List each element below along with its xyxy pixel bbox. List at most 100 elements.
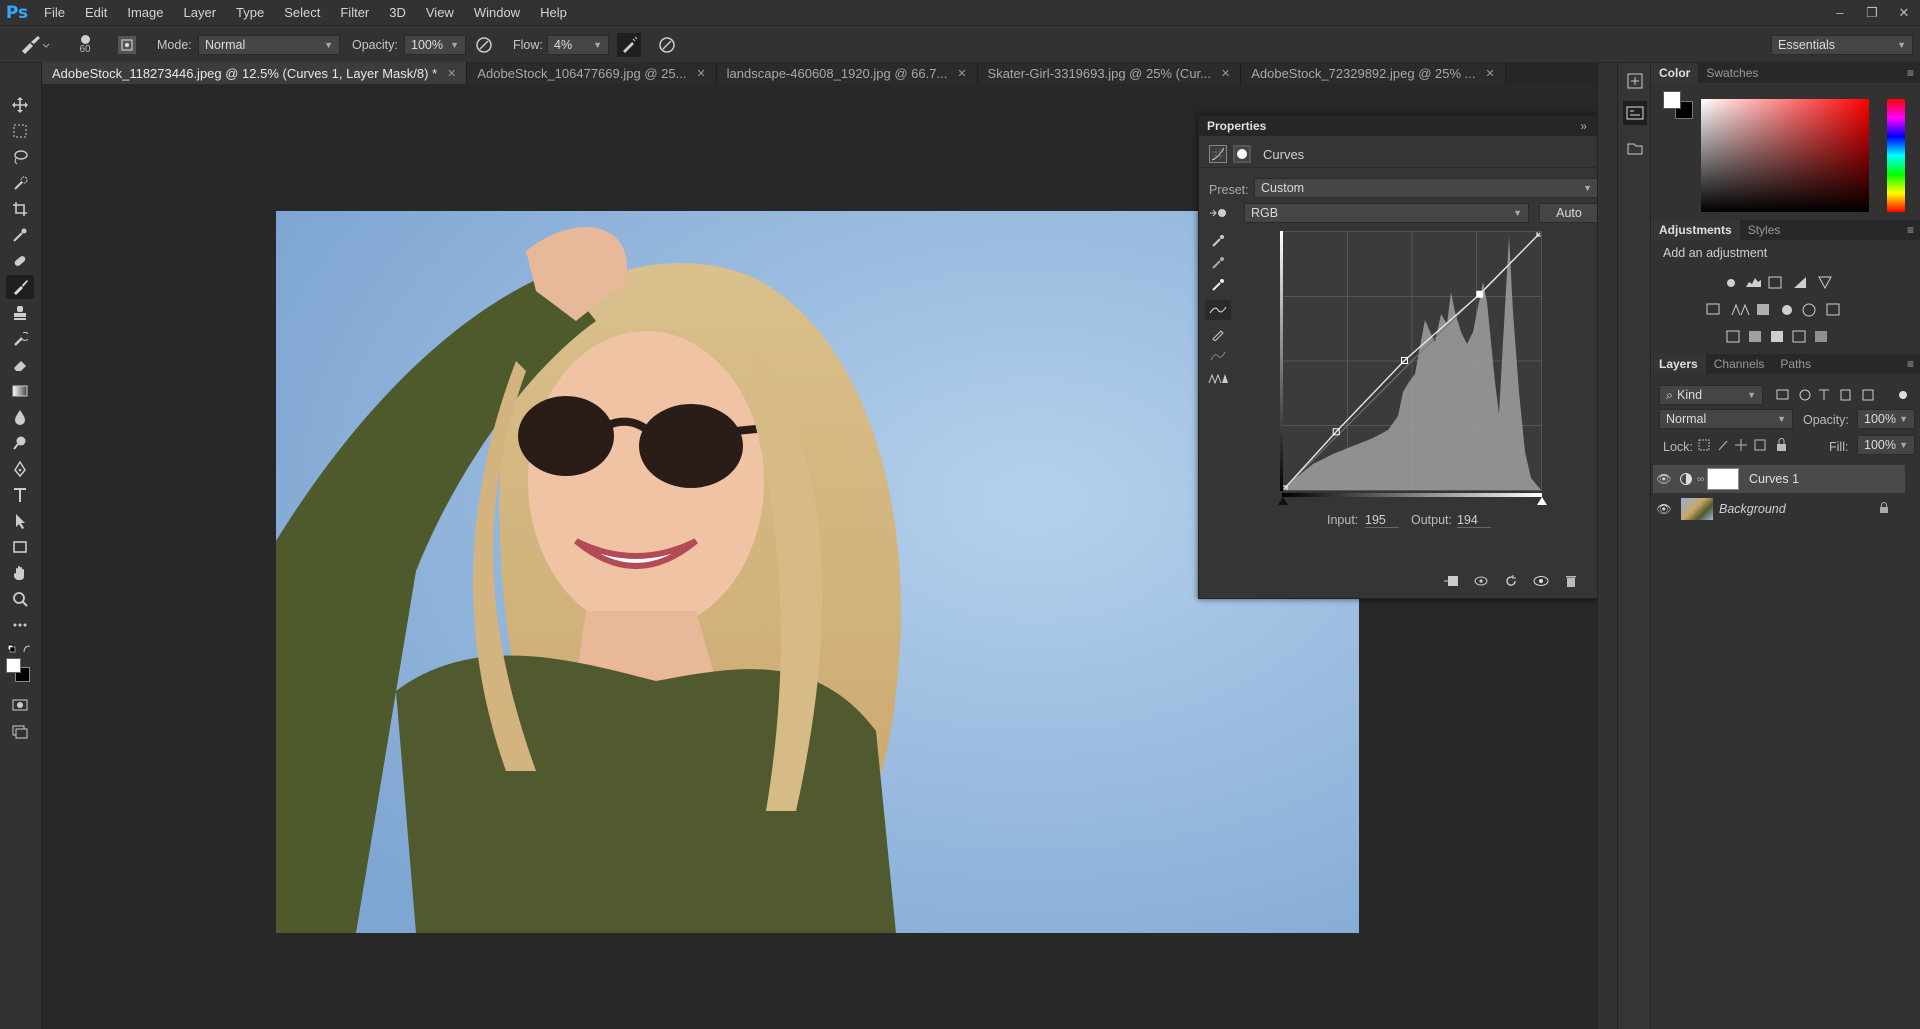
- layer-row-background[interactable]: 👁 Background: [1653, 495, 1905, 523]
- menu-3d[interactable]: 3D: [379, 5, 416, 20]
- blur-icon[interactable]: [6, 405, 34, 429]
- on-image-adjust-icon[interactable]: [1207, 202, 1229, 224]
- layer-filter-select[interactable]: ⌕ Kind ▼: [1659, 385, 1763, 405]
- draw-curve-pencil-icon[interactable]: [1207, 324, 1229, 344]
- path-select-icon[interactable]: [6, 509, 34, 533]
- tab-document-1[interactable]: AdobeStock_118273446.jpeg @ 12.5% (Curve…: [42, 62, 468, 84]
- output-value[interactable]: 194: [1457, 513, 1491, 528]
- curve-edit-points-icon[interactable]: [1205, 300, 1231, 320]
- delete-icon[interactable]: [1560, 572, 1582, 590]
- eye-icon[interactable]: 👁: [1653, 502, 1675, 516]
- document-image[interactable]: [276, 211, 1359, 933]
- reset-icon[interactable]: [1500, 572, 1522, 590]
- adjustment-icons[interactable]: [1701, 271, 1891, 351]
- brush-tool-icon[interactable]: [6, 275, 34, 299]
- curve-point[interactable]: [1476, 290, 1484, 298]
- menu-view[interactable]: View: [416, 5, 464, 20]
- hue-slider[interactable]: [1887, 99, 1905, 212]
- brush-panel-toggle-icon[interactable]: [118, 35, 136, 54]
- lasso-tool-icon[interactable]: [6, 145, 34, 169]
- restore-button[interactable]: ❐: [1856, 0, 1888, 25]
- eye-icon[interactable]: 👁: [1653, 472, 1675, 486]
- marquee-tool-icon[interactable]: [6, 119, 34, 143]
- tab-document-4[interactable]: Skater-Girl-3319693.jpg @ 25% (Cur... ✕: [977, 62, 1242, 84]
- tab-swatches[interactable]: Swatches: [1698, 63, 1766, 83]
- pressure-size-icon[interactable]: [655, 33, 679, 57]
- fill-input[interactable]: 100% ▼: [1857, 435, 1915, 455]
- type-tool-icon[interactable]: [6, 483, 34, 507]
- menu-filter[interactable]: Filter: [330, 5, 379, 20]
- input-value[interactable]: 195: [1365, 513, 1399, 528]
- healing-brush-icon[interactable]: [6, 249, 34, 273]
- color-picker-field[interactable]: [1701, 99, 1869, 212]
- airbrush-icon[interactable]: [617, 32, 641, 57]
- close-icon[interactable]: ✕: [1221, 67, 1230, 80]
- crop-tool-icon[interactable]: [6, 197, 34, 221]
- gray-point-eyedropper-icon[interactable]: [1207, 253, 1229, 273]
- close-icon[interactable]: ✕: [447, 67, 456, 80]
- quick-mask-icon[interactable]: [6, 693, 34, 717]
- link-icon[interactable]: ∞: [1697, 474, 1707, 485]
- tab-document-2[interactable]: AdobeStock_106477669.jpg @ 25... ✕: [467, 62, 717, 84]
- tab-styles[interactable]: Styles: [1740, 220, 1789, 240]
- more-tools-icon[interactable]: [6, 613, 34, 637]
- gradient-icon[interactable]: [6, 379, 34, 403]
- eyedropper-icon[interactable]: [6, 223, 34, 247]
- screen-mode-icon[interactable]: [6, 719, 34, 743]
- minimize-button[interactable]: –: [1824, 0, 1856, 25]
- workspace-select[interactable]: Essentials ▼: [1771, 34, 1913, 55]
- layer-filter-icons[interactable]: [1773, 385, 1913, 405]
- view-previous-state-icon[interactable]: [1470, 572, 1492, 590]
- panel-menu-icon[interactable]: ≡: [1907, 66, 1914, 80]
- tab-adjustments[interactable]: Adjustments: [1651, 220, 1740, 240]
- menu-select[interactable]: Select: [274, 5, 330, 20]
- smooth-curve-icon[interactable]: [1207, 346, 1229, 366]
- close-button[interactable]: ✕: [1888, 0, 1920, 25]
- clipping-warning-icon[interactable]: [1205, 368, 1231, 388]
- brush-size-picker[interactable]: 60: [70, 26, 100, 63]
- panel-menu-icon[interactable]: ≡: [1907, 357, 1914, 371]
- tab-paths[interactable]: Paths: [1772, 354, 1819, 374]
- channel-select[interactable]: RGB ▼: [1244, 203, 1529, 223]
- black-point-eyedropper-icon[interactable]: [1207, 231, 1229, 251]
- eraser-icon[interactable]: [6, 353, 34, 377]
- quick-select-icon[interactable]: [6, 171, 34, 195]
- menu-window[interactable]: Window: [464, 5, 530, 20]
- pen-tool-icon[interactable]: [6, 457, 34, 481]
- tab-layers[interactable]: Layers: [1651, 354, 1706, 374]
- foreground-color-swatch[interactable]: [6, 658, 21, 673]
- clone-stamp-icon[interactable]: [6, 301, 34, 325]
- layer-mask-icon[interactable]: [1233, 145, 1251, 163]
- default-colors-icon[interactable]: [7, 643, 32, 653]
- curves-graph[interactable]: [1282, 231, 1542, 491]
- flow-input[interactable]: 4% ▼: [547, 34, 609, 55]
- collapse-icon[interactable]: »: [1580, 119, 1587, 133]
- properties-panel-icon[interactable]: [1623, 101, 1647, 125]
- tab-document-3[interactable]: landscape-460608_1920.jpg @ 66.7... ✕: [716, 62, 978, 84]
- dodge-icon[interactable]: [6, 431, 34, 455]
- history-panel-icon[interactable]: [1623, 69, 1647, 93]
- menu-type[interactable]: Type: [226, 5, 274, 20]
- white-point-slider[interactable]: [1537, 497, 1547, 505]
- layer-row-curves[interactable]: 👁 ∞ Curves 1: [1653, 465, 1905, 493]
- layer-mask-thumbnail[interactable]: [1707, 468, 1739, 490]
- preset-select[interactable]: Custom ▼: [1254, 178, 1599, 198]
- libraries-panel-icon[interactable]: [1623, 137, 1647, 161]
- tab-color[interactable]: Color: [1651, 63, 1699, 83]
- panel-menu-icon[interactable]: ≡: [1907, 223, 1914, 237]
- move-tool-icon[interactable]: [6, 93, 34, 117]
- auto-button[interactable]: Auto: [1539, 203, 1599, 223]
- black-point-slider[interactable]: [1278, 497, 1288, 505]
- white-point-eyedropper-icon[interactable]: [1207, 275, 1229, 295]
- menu-edit[interactable]: Edit: [75, 5, 117, 20]
- brush-preset-picker[interactable]: [16, 26, 50, 63]
- rectangle-tool-icon[interactable]: [6, 535, 34, 559]
- menu-image[interactable]: Image: [117, 5, 173, 20]
- toggle-visibility-icon[interactable]: [1530, 572, 1552, 590]
- lock-icons[interactable]: [1697, 435, 1807, 455]
- blend-mode-select[interactable]: Normal ▼: [1659, 409, 1793, 429]
- color-swatches[interactable]: [6, 658, 32, 684]
- properties-header[interactable]: Properties » ≡: [1199, 116, 1612, 136]
- close-icon[interactable]: ✕: [957, 67, 966, 80]
- history-brush-icon[interactable]: [6, 327, 34, 351]
